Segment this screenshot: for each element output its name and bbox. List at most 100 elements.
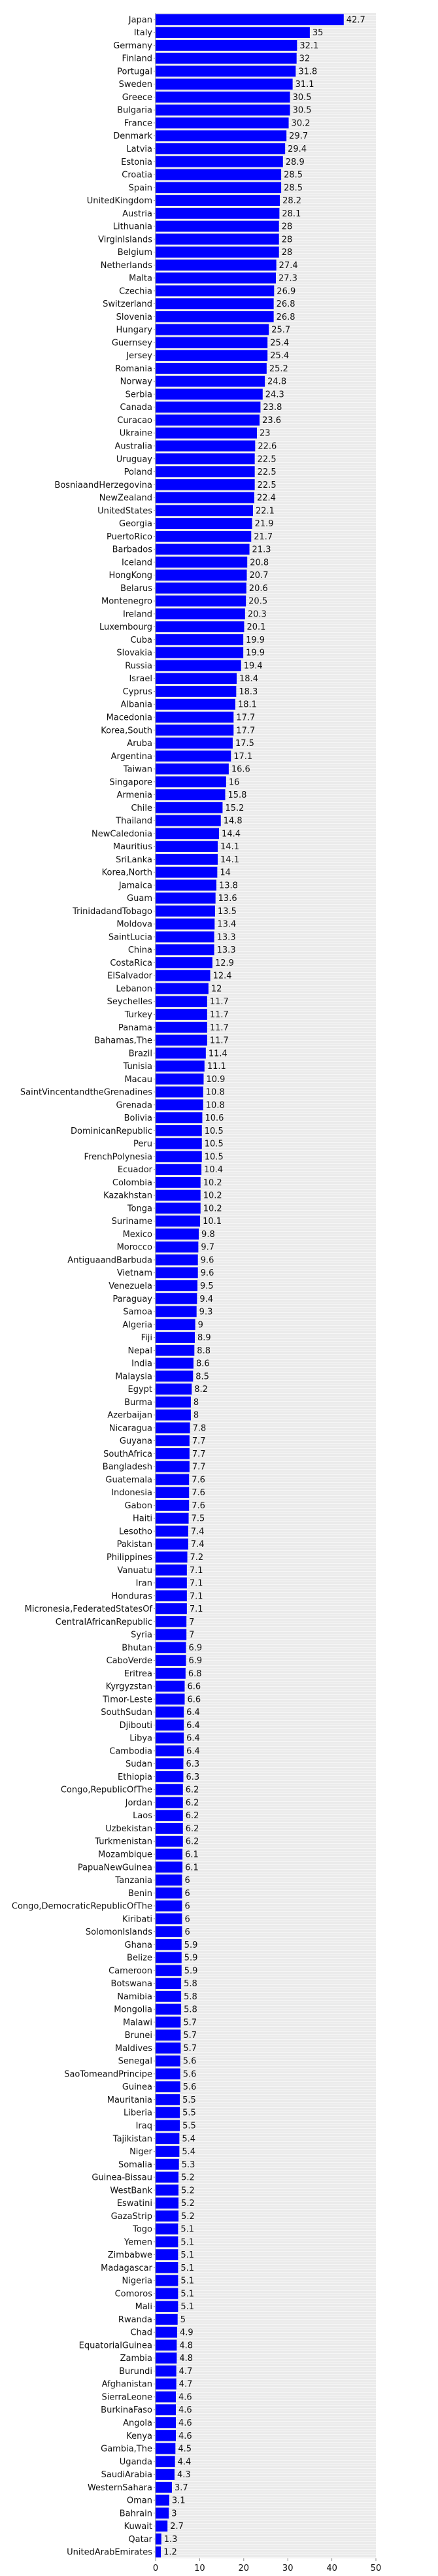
category-label: Kenya [126,2432,152,2441]
bar [156,2430,177,2441]
value-label: 2.7 [170,2522,184,2532]
value-label: 10.4 [204,1165,223,1175]
value-label: 5.8 [184,1992,197,2002]
category-label: Brazil [129,1049,152,1059]
category-label: Guernsey [112,338,152,348]
bar [156,1306,197,1317]
bar [156,530,252,542]
value-label: 20.3 [248,609,267,619]
category-label: Lesotho [119,1527,152,1536]
bar [156,195,280,206]
category-label: NewZealand [99,494,152,503]
bar [156,776,226,788]
value-label: 8 [194,1411,199,1421]
bar [156,2016,181,2028]
value-label: 4.8 [179,2354,193,2364]
value-label: 13.3 [217,945,236,955]
category-label: Guinea-Bissau [92,2173,152,2183]
bar [156,815,221,826]
category-label: Brunei [125,2031,152,2041]
value-label: 10.2 [203,1178,222,1188]
value-label: 4.8 [179,2341,193,2350]
value-label: 20.6 [249,584,268,594]
value-label: 4.4 [178,2457,192,2467]
value-label: 18.1 [238,700,257,710]
value-label: 25.4 [270,351,289,361]
value-label: 9.6 [201,1255,214,1265]
value-label: 14.4 [222,829,241,839]
value-label: 5.7 [183,2044,197,2054]
bar [156,2494,169,2506]
value-label: 16 [229,777,240,787]
value-label: 27.3 [278,274,297,284]
value-label: 5.6 [183,2057,197,2067]
category-label: SaintVincentandtheGrenadines [20,1088,152,1098]
category-label: ElSalvador [107,972,153,981]
bar [156,492,254,503]
category-label: BosniaandHerzegovina [54,481,152,490]
category-label: Slovakia [116,649,152,658]
bar [156,802,223,813]
category-label: Mexico [123,1230,152,1240]
category-label: Kyrgyzstan [106,1682,152,1692]
bar [156,2288,178,2299]
value-label: 9.5 [200,1281,214,1291]
category-label: Moldova [116,920,152,930]
value-label: 7.1 [190,1579,203,1589]
value-label: 6.4 [186,1721,200,1731]
bar [156,1487,190,1499]
category-label: Spain [129,183,152,193]
value-label: 22.4 [257,494,276,503]
category-label: Hungary [116,326,152,335]
value-label: 19.9 [246,649,265,658]
value-label: 24.3 [265,390,284,399]
bar [156,1448,190,1459]
value-label: 3 [171,2509,177,2518]
bar [156,78,293,90]
category-label: Burundi [119,2367,152,2377]
value-label: 28.9 [286,158,305,167]
category-label: BurkinaFaso [101,2405,152,2415]
category-label: SaudiArabia [101,2470,152,2480]
value-label: 12.4 [213,972,232,981]
value-label: 30.2 [292,118,311,128]
bar [156,1060,205,1072]
category-label: TrinidadandTobago [72,907,152,917]
value-label: 8.6 [196,1359,210,1369]
category-label: Switzerland [103,299,152,309]
category-label: Congo,RepublicOfThe [61,1786,152,1795]
category-label: WestBank [110,2186,152,2195]
bar [156,1745,184,1757]
bar [156,40,297,51]
value-label: 19.9 [246,636,265,645]
category-label: France [124,118,152,128]
value-label: 42.7 [346,15,365,25]
value-label: 28.2 [282,196,301,206]
bar [156,1732,184,1744]
bar [156,2456,175,2467]
category-label: Ukraine [120,429,152,439]
bar [156,1241,199,1253]
bar [156,2469,175,2480]
value-label: 32 [299,54,311,64]
bar [156,1254,198,1266]
category-label: Greece [122,93,152,103]
category-label: Norway [120,377,153,387]
category-label: Guinea [122,2082,152,2092]
category-label: Macedonia [107,713,152,722]
bar [156,2443,176,2454]
bar [156,1280,198,1291]
bar [156,1590,187,1602]
category-label: Mongolia [114,2005,152,2015]
category-label: Guyana [120,1436,152,1446]
value-label: 20.5 [248,597,267,607]
bar [156,892,216,904]
bar [156,918,215,930]
value-label: 17.7 [236,713,255,722]
value-label: 5.7 [183,2031,197,2041]
value-label: 5.5 [182,2095,196,2105]
category-label: Haiti [133,1514,152,1524]
category-label: Libya [129,1734,152,1744]
value-label: 4.7 [179,2380,193,2390]
value-label: 17.7 [236,726,255,736]
